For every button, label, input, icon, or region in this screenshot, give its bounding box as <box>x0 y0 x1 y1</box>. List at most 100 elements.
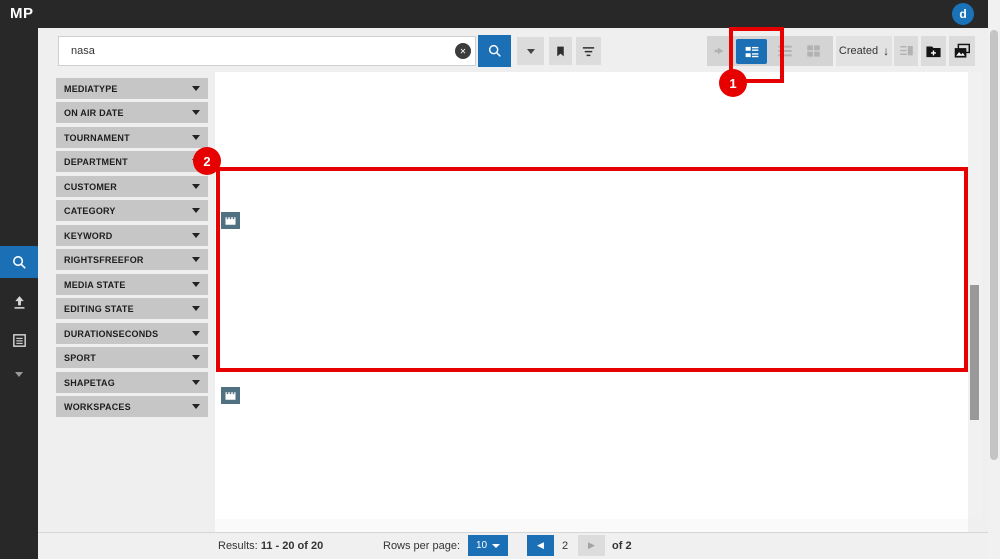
filter-label: DURATIONSECONDS <box>64 329 158 339</box>
sidebar-filter-media-state[interactable]: MEDIA STATE <box>56 274 208 295</box>
results-scrollbar-thumb[interactable] <box>970 285 979 420</box>
chevron-down-icon <box>192 135 200 140</box>
app-window: MP d ✕ <box>0 0 1000 559</box>
list-view-icon <box>777 44 793 58</box>
nav-upload-button[interactable] <box>0 286 38 318</box>
sidebar-filter-mediatype[interactable]: MEDIATYPE <box>56 78 208 99</box>
media-view-button-disabled[interactable] <box>712 43 728 64</box>
left-nav-strip <box>0 28 38 559</box>
bookmark-icon <box>554 44 567 59</box>
filter-lines-icon <box>581 45 596 58</box>
sidebar-filter-editing-state[interactable]: EDITING STATE <box>56 298 208 319</box>
sort-by-created-button[interactable]: Created ↓ <box>836 36 892 66</box>
nav-expand-button[interactable] <box>0 364 38 384</box>
chevron-down-icon <box>192 86 200 91</box>
columns-icon <box>899 44 914 58</box>
filter-button[interactable] <box>576 37 601 65</box>
sidebar-filter-shapetag[interactable]: SHAPETAG <box>56 372 208 393</box>
nav-forms-button[interactable] <box>0 324 38 356</box>
filter-label: KEYWORD <box>64 231 112 241</box>
upload-icon <box>11 294 28 311</box>
chevron-down-icon <box>192 306 200 311</box>
next-page-button-disabled[interactable]: ▶ <box>578 535 605 556</box>
sidebar-filter-customer[interactable]: CUSTOMER <box>56 176 208 197</box>
sidebar-filter-sport[interactable]: SPORT <box>56 347 208 368</box>
rows-per-page-value: 10 <box>476 540 487 551</box>
filter-label: TOURNAMENT <box>64 133 130 143</box>
filter-label: MEDIATYPE <box>64 84 118 94</box>
chevron-down-icon <box>192 355 200 360</box>
total-pages-label: of 2 <box>612 540 632 552</box>
filter-label: ON AIR DATE <box>64 108 124 118</box>
folder-plus-icon <box>925 44 942 59</box>
video-media-badge <box>221 212 240 229</box>
search-submit-button[interactable] <box>478 35 511 67</box>
previous-page-button[interactable]: ◀ <box>527 535 554 556</box>
chevron-down-icon <box>527 49 535 54</box>
results-count: Results: 11 - 20 of 20 <box>218 540 323 552</box>
filter-label: RIGHTSFREEFOR <box>64 255 144 265</box>
grid-view-button-disabled[interactable] <box>806 44 821 63</box>
top-header-bar: MP d <box>0 0 1000 28</box>
rows-per-page-label: Rows per page: <box>383 540 460 552</box>
chevron-down-icon <box>192 208 200 213</box>
film-strip-icon <box>224 391 237 401</box>
chevron-down-icon <box>192 404 200 409</box>
filter-label: SPORT <box>64 353 96 363</box>
sidebar-filter-rightsfreefor[interactable]: RIGHTSFREEFOR <box>56 249 208 270</box>
filter-label: EDITING STATE <box>64 304 134 314</box>
sidebar-filter-workspaces[interactable]: WORKSPACES <box>56 396 208 417</box>
filter-label: WORKSPACES <box>64 402 131 412</box>
app-logo[interactable]: MP <box>10 5 34 22</box>
detail-list-view-button[interactable] <box>736 39 767 64</box>
saved-searches-button[interactable] <box>549 37 572 65</box>
sidebar-filter-keyword[interactable]: KEYWORD <box>56 225 208 246</box>
sort-descending-icon: ↓ <box>883 44 889 58</box>
filter-label: MEDIA STATE <box>64 280 126 290</box>
chevron-down-icon <box>192 380 200 385</box>
chevron-down-icon <box>192 282 200 287</box>
chevron-down-icon <box>192 110 200 115</box>
nav-search-button[interactable] <box>0 246 38 278</box>
sidebar-filter-durationseconds[interactable]: DURATIONSECONDS <box>56 323 208 344</box>
chevron-down-icon <box>192 331 200 336</box>
filter-label: CUSTOMER <box>64 182 117 192</box>
film-strip-icon <box>224 216 237 226</box>
columns-config-button-disabled[interactable] <box>894 36 918 66</box>
horizontal-scrollbar[interactable] <box>215 519 968 532</box>
chevron-down-icon <box>15 372 23 377</box>
results-footer-bar <box>38 532 988 559</box>
current-page-number: 2 <box>562 540 568 552</box>
chevron-down-icon <box>192 257 200 262</box>
user-avatar[interactable]: d <box>952 3 974 25</box>
image-stack-icon <box>953 43 971 59</box>
chevron-down-icon <box>192 233 200 238</box>
search-options-dropdown[interactable] <box>517 37 544 65</box>
results-panel <box>215 72 968 520</box>
list-view-button-disabled[interactable] <box>777 44 793 63</box>
results-range: 11 - 20 of 20 <box>261 540 323 552</box>
chevron-down-icon <box>492 544 500 548</box>
rows-per-page-select[interactable]: 10 <box>468 535 508 556</box>
arrow-left-icon: ◀ <box>537 540 544 551</box>
new-folder-button[interactable] <box>921 36 946 66</box>
sidebar-filter-department[interactable]: DEPARTMENT <box>56 151 208 172</box>
video-media-badge <box>221 387 240 404</box>
results-label: Results: <box>218 540 258 552</box>
arrow-right-icon: ▶ <box>588 540 595 551</box>
form-list-icon <box>11 332 28 349</box>
sidebar-filter-on-air-date[interactable]: ON AIR DATE <box>56 102 208 123</box>
sort-label: Created <box>839 45 878 57</box>
filter-label: CATEGORY <box>64 206 116 216</box>
sidebar-filter-tournament[interactable]: TOURNAMENT <box>56 127 208 148</box>
page-scrollbar-thumb[interactable] <box>990 30 998 460</box>
chevron-down-icon <box>192 184 200 189</box>
media-bin-button[interactable] <box>949 36 975 66</box>
sidebar-filter-category[interactable]: CATEGORY <box>56 200 208 221</box>
filter-label: DEPARTMENT <box>64 157 128 167</box>
arrow-right-icon <box>712 43 728 59</box>
clear-icon: ✕ <box>460 47 467 56</box>
clear-search-button[interactable]: ✕ <box>455 43 471 59</box>
detail-list-view-icon <box>744 45 760 59</box>
search-input[interactable] <box>58 36 476 66</box>
